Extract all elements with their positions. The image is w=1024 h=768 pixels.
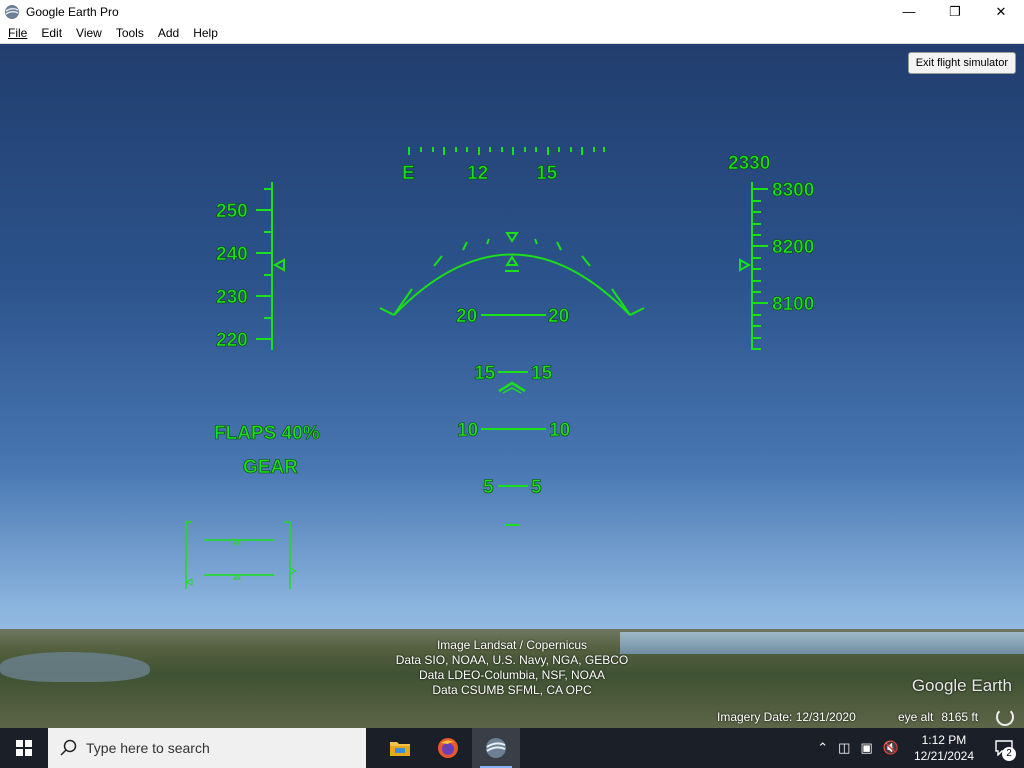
folder-icon	[390, 742, 410, 756]
google-earth-logo: Google Earth	[911, 676, 1012, 695]
airspeed-label-240: 240	[216, 244, 248, 265]
eye-alt-label: eye alt	[898, 710, 934, 724]
pitch-20-right: 20	[548, 306, 569, 327]
eye-alt-value: 8165 ft	[941, 710, 979, 724]
airspeed-label-250: 250	[216, 201, 248, 222]
volume-muted-icon[interactable]: 🔇	[883, 740, 899, 756]
menu-tools[interactable]: Tools	[110, 26, 150, 40]
pitch-5-left: 5	[483, 477, 494, 498]
google-earth-icon	[486, 738, 506, 758]
airspeed-label-220: 220	[216, 330, 248, 351]
window-title: Google Earth Pro	[26, 4, 119, 19]
minimize-button[interactable]: —	[886, 0, 932, 23]
menu-view[interactable]: View	[70, 26, 108, 40]
imagery-date: Imagery Date: 12/31/2020	[717, 710, 856, 724]
menu-add[interactable]: Add	[152, 26, 185, 40]
pitch-15-right: 15	[531, 363, 553, 384]
exit-flight-simulator-button[interactable]: Exit flight simulator	[907, 52, 1016, 74]
altitude-label-8200: 8200	[772, 237, 814, 258]
attribution-line: Image Landsat / Copernicus	[436, 638, 588, 652]
maximize-button[interactable]: ❐	[932, 0, 978, 23]
firefox-taskbar-button[interactable]	[424, 728, 472, 768]
battery-icon[interactable]: ◫	[838, 740, 850, 756]
pitch-10-left: 10	[457, 420, 478, 441]
altitude-label-8300: 8300	[772, 180, 814, 201]
google-earth-taskbar-button[interactable]	[472, 728, 520, 768]
search-placeholder: Type here to search	[86, 740, 210, 756]
vertical-speed-readout: 2330	[728, 153, 770, 174]
heading-label-15: 15	[536, 163, 558, 184]
windows-icon	[16, 740, 32, 756]
taskbar-search-box[interactable]: Type here to search	[48, 728, 366, 768]
google-earth-icon	[5, 4, 19, 19]
earth-viewport[interactable]: E 12 15 250 240 230 220 2330 8300 8200 8…	[0, 44, 1024, 728]
flight-hud: E 12 15 250 240 230 220 2330 8300 8200 8…	[184, 147, 815, 589]
title-bar: Google Earth Pro — ❐ ✕	[0, 0, 1024, 23]
firefox-icon	[438, 738, 458, 758]
menu-file[interactable]: File	[2, 26, 33, 40]
system-tray: ⌃ ◫ ▣ 🔇 1:12 PM 12/21/2024 2	[812, 728, 1024, 768]
network-icon[interactable]: ▣	[860, 740, 872, 756]
eye-altitude: eye alt 8165 ft	[898, 710, 978, 724]
menu-edit[interactable]: Edit	[35, 26, 68, 40]
menu-bar: File Edit View Tools Add Help	[0, 23, 1024, 44]
pitch-5-right: 5	[531, 477, 542, 498]
taskbar: Type here to search ⌃ ◫ ▣ 🔇 1:12 PM 12/2…	[0, 728, 1024, 768]
pitch-20-left: 20	[456, 306, 477, 327]
heading-label-12: 12	[467, 163, 488, 184]
flaps-indicator: FLAPS 40%	[214, 423, 320, 444]
heading-label-e: E	[402, 163, 415, 184]
clock-time: 1:12 PM	[921, 733, 967, 747]
search-icon	[60, 739, 77, 756]
attribution: Image Landsat / Copernicus Data SIO, NOA…	[342, 638, 682, 698]
pitch-15-left: 15	[474, 363, 496, 384]
chevron-up-icon[interactable]: ⌃	[817, 740, 828, 756]
file-explorer-taskbar-button[interactable]	[376, 728, 424, 768]
taskbar-clock[interactable]: 1:12 PM 12/21/2024	[914, 732, 974, 764]
airspeed-label-230: 230	[216, 287, 248, 308]
clock-date: 12/21/2024	[913, 749, 974, 763]
menu-help[interactable]: Help	[187, 26, 224, 40]
gear-indicator: GEAR	[243, 457, 298, 478]
start-button[interactable]	[0, 728, 48, 768]
notification-button[interactable]: 2	[984, 728, 1024, 768]
attribution-line: Data CSUMB SFML, CA OPC	[432, 683, 592, 697]
loading-spinner-icon	[996, 708, 1014, 726]
notification-count: 2	[1002, 747, 1016, 761]
attribution-line: Data SIO, NOAA, U.S. Navy, NGA, GEBCO	[395, 653, 629, 667]
attribution-line: Data LDEO-Columbia, NSF, NOAA	[418, 668, 606, 682]
close-button[interactable]: ✕	[978, 0, 1024, 23]
altitude-label-8100: 8100	[772, 294, 814, 315]
pitch-10-right: 10	[549, 420, 570, 441]
